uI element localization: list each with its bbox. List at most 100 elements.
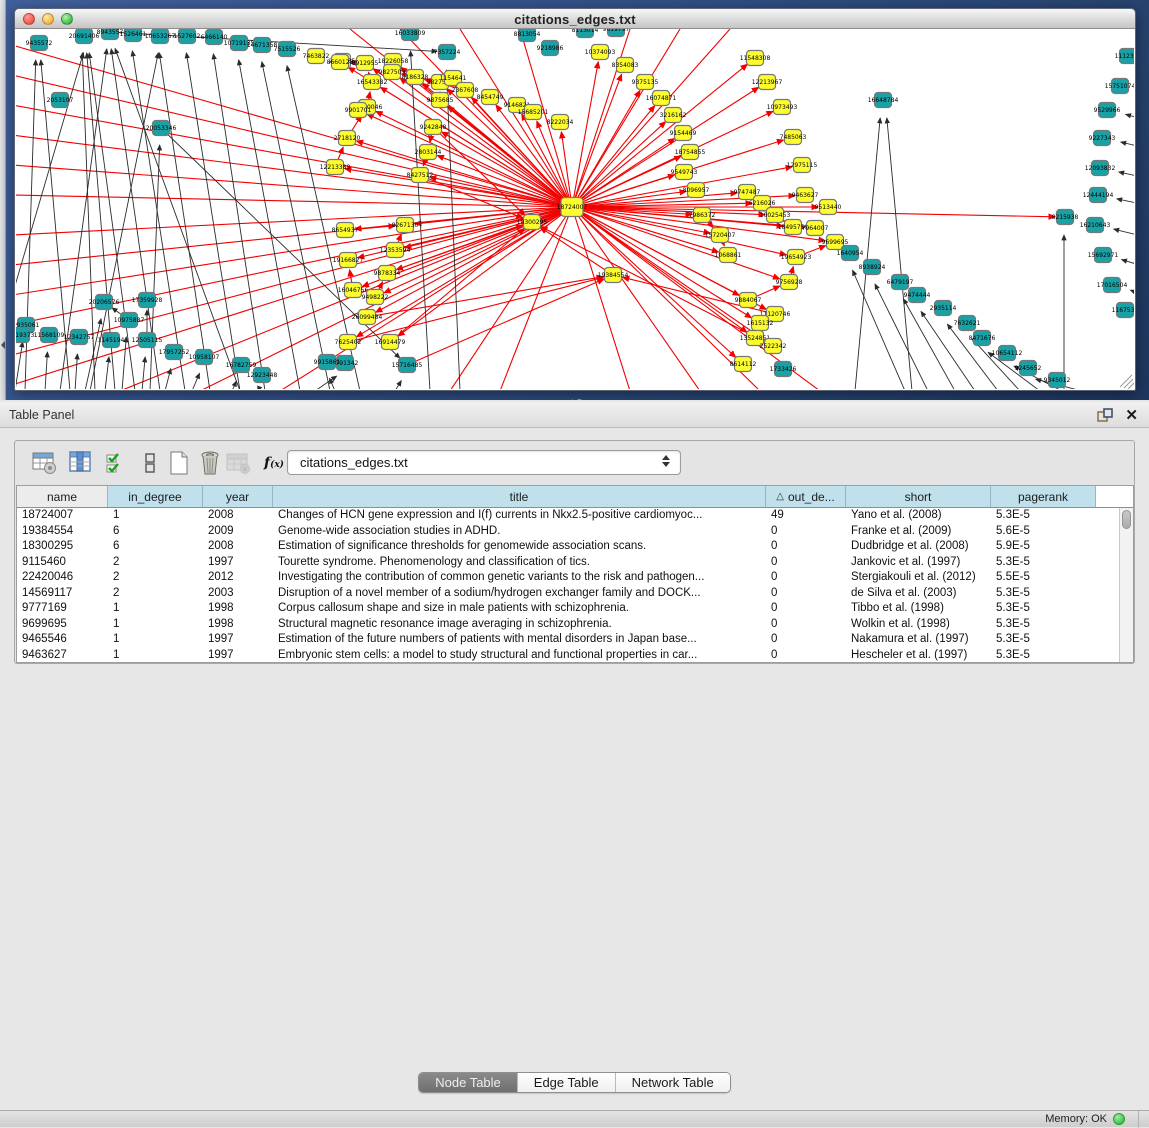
table-cell[interactable]: 5.6E-5 [991,524,1096,540]
graph-edge[interactable] [16,135,572,207]
table-cell[interactable]: 1997 [203,648,273,663]
table-cell[interactable]: 6 [108,539,203,555]
graph-edge[interactable] [1122,260,1134,267]
table-cell[interactable]: 5.3E-5 [991,586,1096,602]
window-resize-grip[interactable] [1120,375,1134,389]
table-cell[interactable]: Estimation of significance thresholds fo… [273,539,766,555]
graph-edge[interactable] [348,277,603,342]
table-cell[interactable]: 1 [108,648,203,663]
graph-edge[interactable] [437,156,572,207]
table-cell[interactable]: 2008 [203,508,273,524]
graph-edge[interactable] [367,114,572,207]
table-cell[interactable]: 1 [108,601,203,617]
graph-edge[interactable] [887,118,912,389]
table-row[interactable]: 946362711997Embryonic stem cells: a mode… [17,648,1119,663]
table-cell[interactable]: Estimation of the future numbers of pati… [273,632,766,648]
table-row[interactable]: 1830029562008Estimation of significance … [17,539,1119,555]
table-cell[interactable]: 6 [108,524,203,540]
table-row[interactable]: 1938455462009Genome-wide association stu… [17,524,1119,540]
table-cell[interactable]: 0 [766,539,846,555]
table-cell[interactable]: 0 [766,617,846,633]
table-cell[interactable]: 0 [766,648,846,663]
graph-edge[interactable] [159,53,210,389]
tab-edge-table[interactable]: Edge Table [518,1073,616,1092]
table-cell[interactable]: 5.9E-5 [991,539,1096,555]
table-cell[interactable]: 14569117 [17,586,108,602]
graph-edge[interactable] [45,352,47,389]
table-cell[interactable]: Investigating the contribution of common… [273,570,766,586]
table-selector-dropdown[interactable]: citations_edges.txt [287,450,681,475]
table-cell[interactable]: 9777169 [17,601,108,617]
table-row[interactable]: 946554611997Estimation of the future num… [17,632,1119,648]
graph-edge[interactable] [572,106,655,207]
graph-edge[interactable] [398,207,572,336]
table-cell[interactable]: 5.5E-5 [991,570,1096,586]
table-cell[interactable]: 1 [108,617,203,633]
table-cell[interactable]: 2012 [203,570,273,586]
network-canvas[interactable]: 9435572206914068943557152646110653267152… [16,29,1134,389]
table-cell[interactable]: 2003 [203,586,273,602]
control-panel-collapsed-strip[interactable] [0,0,6,400]
table-cell[interactable]: 2 [108,555,203,571]
table-cell[interactable]: 18724007 [17,508,108,524]
column-header-in_degree[interactable]: in_degree [108,486,203,507]
select-columns-button[interactable] [67,449,95,477]
table-cell[interactable]: Jankovic et al. (1997) [846,555,991,571]
merge-rows-button[interactable] [136,449,164,477]
table-cell[interactable]: 1998 [203,601,273,617]
table-cell[interactable]: de Silva et al. (2003) [846,586,991,602]
select-all-rows-button[interactable] [103,449,131,477]
graph-edge[interactable] [262,62,330,389]
table-cell[interactable]: Tourette syndrome. Phenomenology and cla… [273,555,766,571]
graph-edge[interactable] [1126,114,1134,120]
graph-edge[interactable] [1117,199,1134,205]
table-cell[interactable]: Nakamura et al. (1997) [846,632,991,648]
table-cell[interactable]: 2008 [203,539,273,555]
table-row[interactable]: 1872400712008Changes of HCN gene express… [17,508,1119,524]
table-cell[interactable]: 2 [108,570,203,586]
table-cell[interactable]: 2 [108,586,203,602]
column-header-year[interactable]: year [203,486,273,507]
table-cell[interactable]: 5.3E-5 [991,617,1096,633]
column-header-out_de[interactable]: △out_de... [766,486,846,507]
graph-edge[interactable] [1114,229,1134,237]
graph-edge[interactable] [330,378,335,389]
table-cell[interactable]: 19384554 [17,524,108,540]
delete-column-button[interactable] [196,449,224,477]
column-header-short[interactable]: short [846,486,991,507]
table-cell[interactable]: 5.3E-5 [991,648,1096,663]
table-cell[interactable]: 5.3E-5 [991,508,1096,524]
table-row[interactable]: 1456911722003Disruption of a novel membe… [17,586,1119,602]
table-row[interactable]: 2242004622012Investigating the contribut… [17,570,1119,586]
table-cell[interactable]: 0 [766,601,846,617]
column-header-pagerank[interactable]: pagerank [991,486,1096,507]
window-titlebar[interactable]: citations_edges.txt [15,9,1135,29]
table-cell[interactable]: Genome-wide association studies in ADHD. [273,524,766,540]
citation-graph[interactable]: 9435572206914068943557152646110653267152… [16,29,1134,389]
table-cell[interactable]: 1 [108,508,203,524]
table-cell[interactable]: Corpus callosum shape and size in male p… [273,601,766,617]
table-cell[interactable]: 1998 [203,617,273,633]
graph-edge[interactable] [75,354,77,389]
new-column-button[interactable] [165,449,193,477]
table-cell[interactable]: Wolkin et al. (1998) [846,617,991,633]
graph-edge[interactable] [1119,172,1134,178]
graph-edge[interactable] [232,381,236,389]
graph-edge[interactable] [105,357,109,389]
function-builder-button[interactable]: f(x) [261,449,287,477]
table-cell[interactable]: 9699695 [17,617,108,633]
float-panel-icon[interactable] [1097,408,1113,423]
scrollbar-thumb[interactable] [1122,510,1131,529]
table-cell[interactable]: 0 [766,632,846,648]
graph-edge[interactable] [1130,290,1134,296]
table-cell[interactable]: Disruption of a novel member of a sodium… [273,586,766,602]
table-cell[interactable]: 5.3E-5 [991,555,1096,571]
graph-edge[interactable] [1121,142,1134,148]
graph-edge[interactable] [16,207,572,235]
table-settings-button[interactable] [31,449,59,477]
table-cell[interactable]: 1 [108,632,203,648]
table-cell[interactable]: 0 [766,524,846,540]
table-cell[interactable]: 9463627 [17,648,108,663]
graph-edge[interactable] [16,53,83,330]
table-row[interactable]: 911546021997Tourette syndrome. Phenomeno… [17,555,1119,571]
